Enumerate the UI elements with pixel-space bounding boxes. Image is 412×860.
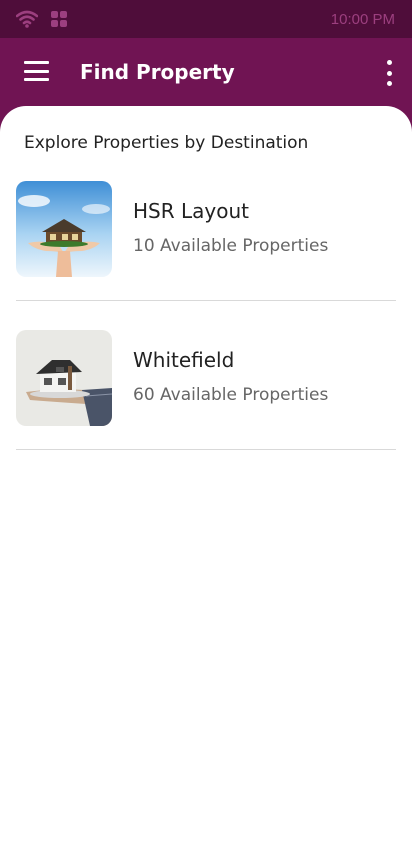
hamburger-menu-icon[interactable]: [24, 61, 49, 81]
section-title: Explore Properties by Destination: [24, 133, 309, 153]
destination-item-hsr-layout[interactable]: HSR Layout 10 Available Properties: [16, 181, 396, 301]
status-bar: 10:00 PM: [0, 0, 412, 38]
content-sheet: Explore Properties by Destination HSR La…: [0, 106, 412, 860]
destination-count: 10 Available Properties: [133, 236, 329, 256]
destination-name: HSR Layout: [133, 199, 249, 223]
status-icons: [16, 10, 68, 28]
page-title: Find Property: [80, 60, 235, 84]
house-on-hands-sky-image: [16, 181, 112, 277]
house-model-on-hand-image: [16, 330, 112, 426]
apps-grid-icon: [51, 11, 67, 27]
more-vertical-icon[interactable]: [386, 60, 392, 86]
wifi-icon: [16, 10, 38, 28]
destination-count: 60 Available Properties: [133, 385, 329, 405]
app-bar: Find Property: [0, 38, 412, 106]
destination-name: Whitefield: [133, 348, 235, 372]
status-time: 10:00 PM: [330, 10, 395, 28]
destination-item-whitefield[interactable]: Whitefield 60 Available Properties: [16, 330, 396, 450]
